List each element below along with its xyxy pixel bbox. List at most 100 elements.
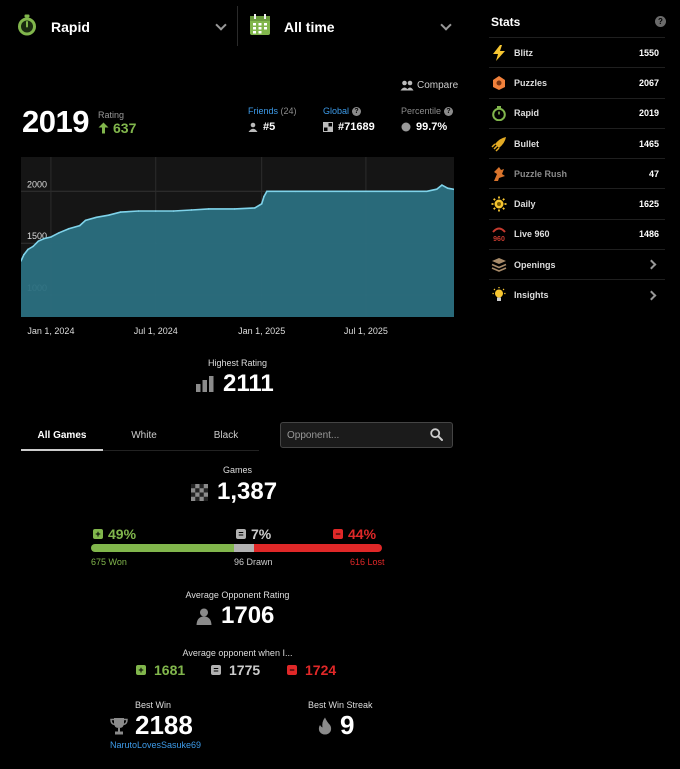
flame-icon <box>318 717 332 734</box>
rating-history-chart[interactable]: 200015001000Jan 1, 2024Jul 1, 2024Jan 1,… <box>21 157 454 341</box>
stats-title: Stats <box>491 15 521 29</box>
selector-divider <box>237 6 238 46</box>
drawn-percent: = 7% <box>236 526 271 542</box>
x-tick-label: Jan 1, 2024 <box>27 326 74 336</box>
rating-point <box>233 208 236 210</box>
rating-point <box>27 248 29 251</box>
game-type-selector[interactable]: Rapid <box>15 8 235 46</box>
time-range-selector[interactable]: All time <box>248 8 460 46</box>
960-icon: 960 <box>491 226 507 242</box>
stopwatch-icon <box>15 13 39 42</box>
global-label[interactable]: Global <box>323 106 349 116</box>
rating-point <box>260 202 263 205</box>
bullet-icon <box>491 136 507 152</box>
games-total-value: 1,387 <box>217 478 278 505</box>
user-icon <box>248 122 258 132</box>
compare-label: Compare <box>417 80 459 91</box>
sidebar-item-puzzle-rush[interactable]: Puzzle Rush 47 <box>489 158 665 188</box>
help-icon[interactable]: ? <box>444 106 454 116</box>
won-count: 675 Won <box>91 557 127 567</box>
sidebar-item-value: 1625 <box>638 199 659 210</box>
chevron-right-icon <box>646 259 657 270</box>
sidebar-item-puzzles[interactable]: Puzzles 2067 <box>489 67 665 97</box>
sidebar-item-label: Puzzles <box>514 77 548 88</box>
stopwatch-icon <box>491 105 507 121</box>
compare-button[interactable]: Compare <box>400 80 458 91</box>
rating-point <box>207 208 210 210</box>
help-icon[interactable]: ? <box>352 106 362 116</box>
chevron-down-icon <box>215 19 227 31</box>
search-icon[interactable] <box>430 428 443 441</box>
openings-icon <box>491 257 507 273</box>
rating-point <box>266 190 268 193</box>
sidebar-item-blitz[interactable]: Blitz 1550 <box>489 37 665 67</box>
best-win-value: 2188 <box>135 710 193 740</box>
friends-stat[interactable]: Friends (24) #5 <box>248 106 297 133</box>
rating-point <box>263 195 265 198</box>
sidebar-item-value: 1550 <box>638 47 659 58</box>
percentile-value: 99.7% <box>416 121 448 133</box>
sidebar-item-bullet[interactable]: Bullet 1465 <box>489 127 665 158</box>
best-streak-value: 9 <box>340 710 355 740</box>
avg-opponent-lost-value: 1724 <box>305 662 337 678</box>
sun-icon <box>491 196 507 212</box>
rating-point <box>154 210 157 212</box>
minus-icon: − <box>287 665 297 675</box>
sidebar-item-label: Openings <box>514 259 556 270</box>
friends-count: (24) <box>280 106 297 116</box>
sidebar-item-openings[interactable]: Openings <box>489 249 665 279</box>
sidebar-item-label: Daily <box>514 199 536 210</box>
rating-point <box>253 207 256 209</box>
help-icon[interactable]: ? <box>655 16 666 27</box>
sidebar-item-label: Live 960 <box>514 229 550 240</box>
game-type-label: Rapid <box>51 19 90 35</box>
puzzle-rush-icon <box>491 166 507 182</box>
tab-white[interactable]: White <box>103 430 185 441</box>
global-stat[interactable]: Global? #71689 <box>323 106 375 133</box>
rating-point <box>435 188 438 191</box>
avg-opponent-value: 1706 <box>221 602 275 629</box>
current-rating: 2019 <box>22 104 89 139</box>
rating-point <box>32 245 34 248</box>
chevron-right-icon <box>646 290 657 300</box>
sidebar-item-insights[interactable]: Insights <box>489 279 665 309</box>
rating-point <box>95 216 98 219</box>
avg-opponent-label: Average Opponent Rating <box>185 590 290 600</box>
avg-opponent-drawn: = 1775 <box>211 662 260 678</box>
best-win-opponent-link[interactable]: NarutoLovesSasuke69 <box>110 740 201 750</box>
drawn-percent-value: 7% <box>251 526 272 542</box>
rating-delta: 637 <box>98 120 136 136</box>
tab-black[interactable]: Black <box>185 430 267 441</box>
avg-opponent-won: + 1681 <box>136 662 185 678</box>
arrow-up-icon <box>98 122 109 134</box>
calendar-icon <box>248 13 272 42</box>
trophy-icon <box>110 717 128 734</box>
rating-point <box>107 214 110 216</box>
friends-label[interactable]: Friends <box>248 106 278 116</box>
sidebar-item-live-960[interactable]: 960 Live 960 1486 <box>489 218 665 249</box>
results-bar-drawn <box>233 544 254 552</box>
equals-icon: = <box>211 665 221 675</box>
x-tick-label: Jul 1, 2025 <box>344 326 388 336</box>
avg-opponent-won-value: 1681 <box>154 662 186 678</box>
drawn-count: 96 Drawn <box>234 557 273 567</box>
sidebar-item-daily[interactable]: Daily 1625 <box>489 188 665 218</box>
opponent-search-input[interactable] <box>280 422 453 448</box>
rating-point <box>441 184 443 186</box>
stats-list: Blitz 1550 Puzzles 2067 Rapid 2019 Bulle… <box>489 37 665 310</box>
rating-label: Rating <box>98 110 125 120</box>
sidebar-item-value: 2067 <box>638 77 659 88</box>
rating-point <box>78 224 81 227</box>
tab-all-games[interactable]: All Games <box>21 430 103 441</box>
lightbulb-icon <box>491 287 507 303</box>
active-tab-indicator <box>21 449 103 451</box>
percentile-stat: Percentile? 99.7% <box>401 106 454 133</box>
time-range-label: All time <box>284 19 335 35</box>
rating-point <box>58 232 60 234</box>
best-streak: 9 <box>318 710 354 741</box>
rating-delta-value: 637 <box>113 120 137 136</box>
chessboard-icon <box>191 483 208 501</box>
plus-icon: + <box>93 529 103 539</box>
users-icon <box>400 80 414 91</box>
sidebar-item-rapid[interactable]: Rapid 2019 <box>489 97 665 128</box>
